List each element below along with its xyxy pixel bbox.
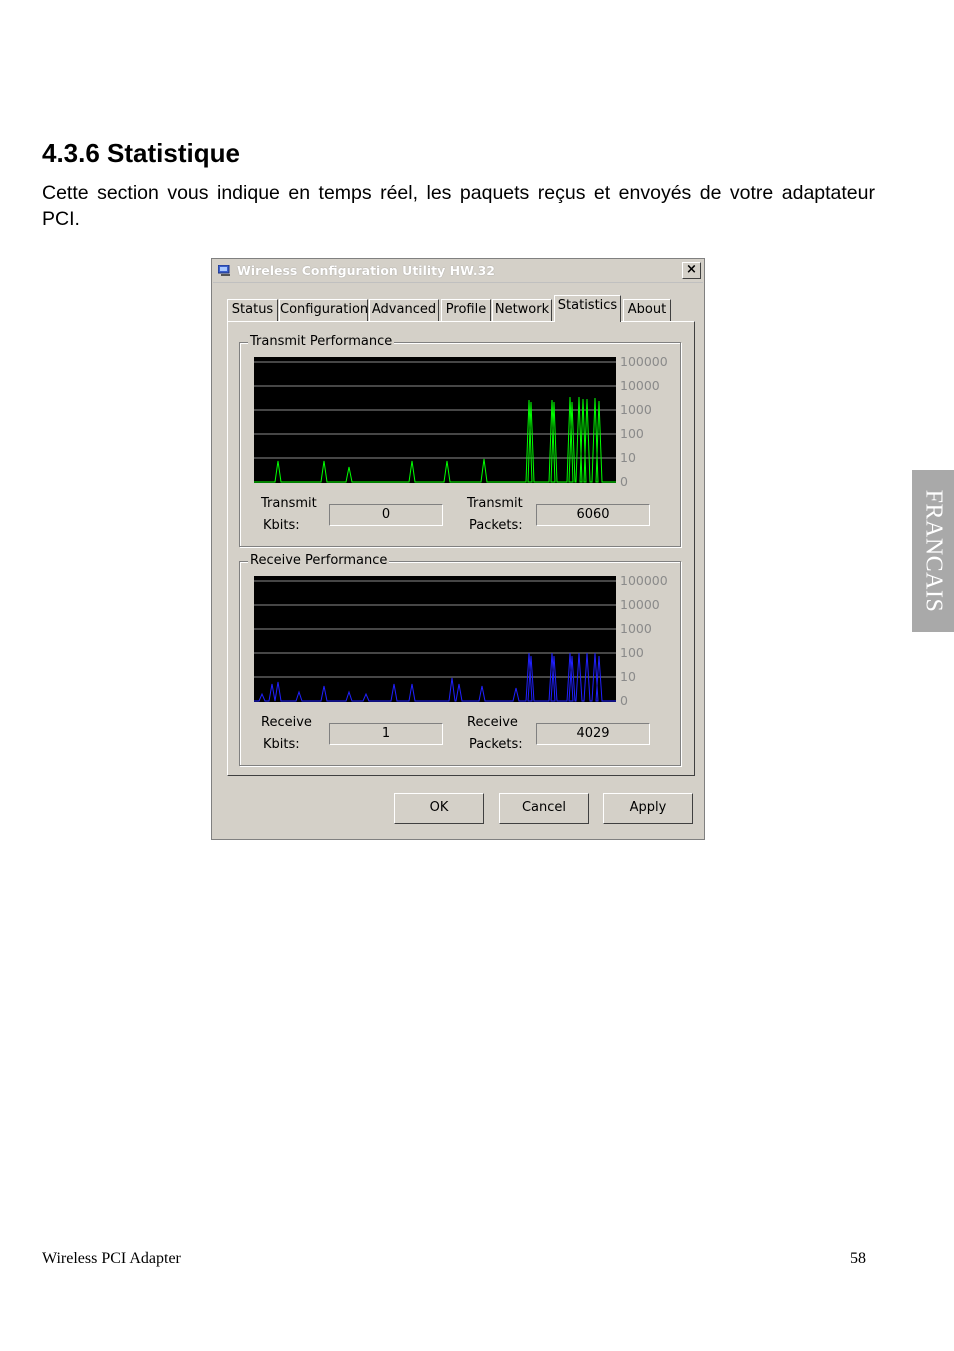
footer-product-name: Wireless PCI Adapter <box>42 1250 181 1267</box>
transmit-packets-value: 6060 <box>536 504 650 526</box>
receive-scale-100000: 100000 <box>620 573 668 588</box>
language-side-tab-label: FRANCAIS <box>920 489 947 613</box>
section-heading: 4.3.6 Statistique <box>42 138 240 168</box>
statistics-panel: Transmit Performance 100000 10000 1000 1… <box>227 321 695 776</box>
receive-scale-100: 100 <box>620 645 644 660</box>
receive-graph <box>254 576 616 702</box>
tab-advanced[interactable]: Advanced <box>369 299 439 321</box>
transmit-kbits-label-line1: Transmit <box>261 496 317 511</box>
transmit-graph <box>254 357 616 483</box>
transmit-kbits-label-line2: Kbits: <box>263 518 300 533</box>
transmit-packets-label-line2: Packets: <box>469 518 523 533</box>
transmit-scale-10: 10 <box>620 450 636 465</box>
network-computer-icon <box>218 265 230 276</box>
cancel-button[interactable]: Cancel <box>499 793 589 824</box>
receive-packets-label-line2: Packets: <box>469 737 523 752</box>
dialog-title: Wireless Configuration Utility HW.32 <box>237 263 496 278</box>
dialog-titlebar[interactable]: Wireless Configuration Utility HW.32 × <box>213 260 703 283</box>
tab-statistics[interactable]: Statistics <box>554 295 621 322</box>
footer-page-number: 58 <box>850 1250 866 1267</box>
receive-kbits-label-line1: Receive <box>261 715 312 730</box>
receive-scale-1000: 1000 <box>620 621 652 636</box>
tab-status[interactable]: Status <box>227 299 278 321</box>
tab-about[interactable]: About <box>623 299 671 321</box>
transmit-scale-10000: 10000 <box>620 378 660 393</box>
tab-profile[interactable]: Profile <box>441 299 491 321</box>
transmit-group-label: Transmit Performance <box>248 334 395 349</box>
transmit-scale-0: 0 <box>620 474 628 489</box>
receive-packets-label-line1: Receive <box>467 715 518 730</box>
receive-scale-0: 0 <box>620 693 628 708</box>
transmit-packets-label-line1: Transmit <box>467 496 523 511</box>
wireless-config-dialog: Wireless Configuration Utility HW.32 × S… <box>211 258 705 840</box>
ok-button[interactable]: OK <box>394 793 484 824</box>
close-button[interactable]: × <box>682 262 701 279</box>
receive-performance-group: Receive Performance 100000 10000 1000 10… <box>239 553 681 766</box>
receive-scale-10000: 10000 <box>620 597 660 612</box>
intro-paragraph: Cette section vous indique en temps réel… <box>42 182 875 230</box>
transmit-scale-100000: 100000 <box>620 354 668 369</box>
language-side-tab: FRANCAIS <box>912 470 954 632</box>
transmit-performance-group: Transmit Performance 100000 10000 1000 1… <box>239 334 681 547</box>
receive-group-label: Receive Performance <box>248 553 390 568</box>
receive-kbits-label-line2: Kbits: <box>263 737 300 752</box>
receive-packets-value: 4029 <box>536 723 650 745</box>
transmit-scale-1000: 1000 <box>620 402 652 417</box>
transmit-kbits-value: 0 <box>329 504 443 526</box>
transmit-scale-100: 100 <box>620 426 644 441</box>
apply-button[interactable]: Apply <box>603 793 693 824</box>
receive-kbits-value: 1 <box>329 723 443 745</box>
tab-configuration[interactable]: Configuration <box>279 299 368 321</box>
tab-network[interactable]: Network <box>492 299 552 321</box>
receive-scale-10: 10 <box>620 669 636 684</box>
